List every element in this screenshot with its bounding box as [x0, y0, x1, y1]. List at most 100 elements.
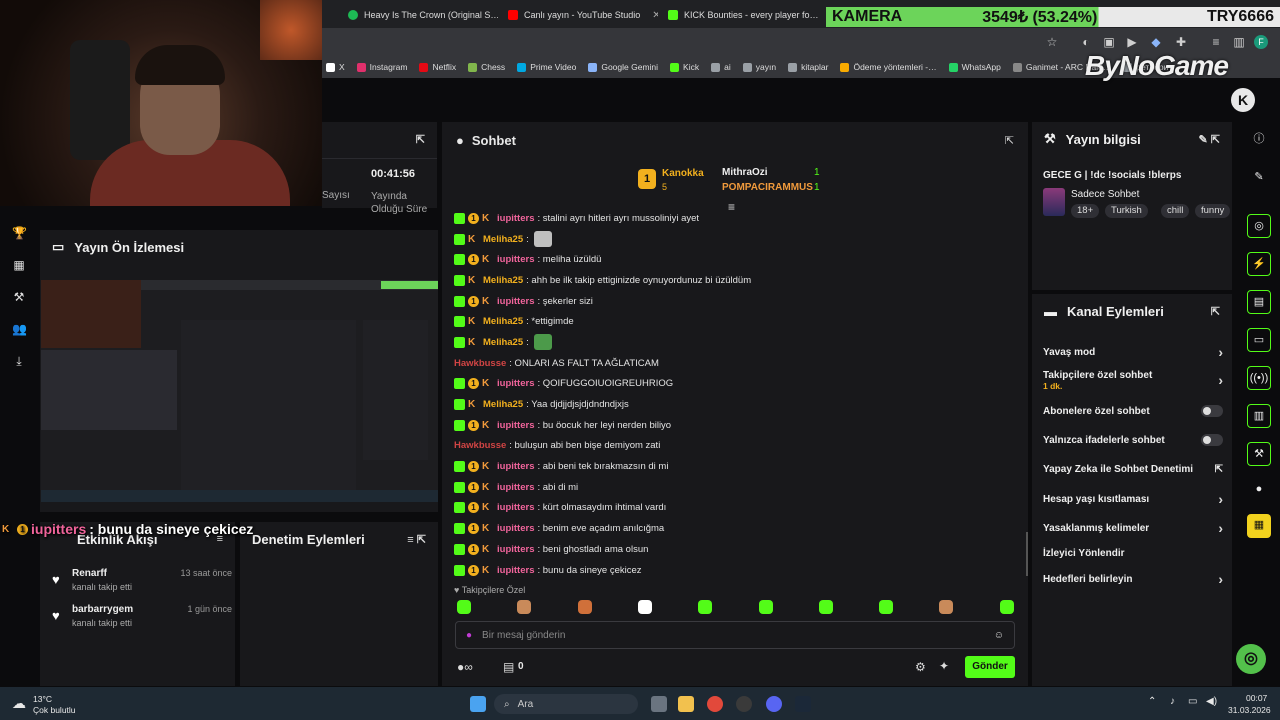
close-icon[interactable]: ✕ [652, 10, 658, 21]
chat-username[interactable]: iupitters [497, 502, 534, 513]
mic-icon[interactable]: ♪ [1170, 696, 1175, 707]
chat-username[interactable]: Hawkbusse [454, 358, 506, 369]
gift-icon[interactable]: ▤ [503, 660, 514, 674]
chat-username[interactable]: iupitters [497, 523, 534, 534]
download-icon[interactable]: ⤓ [12, 354, 26, 368]
chat-username[interactable]: Meliha25 [483, 316, 523, 327]
task-view-icon[interactable] [651, 696, 667, 712]
chat-username[interactable]: Meliha25 [483, 275, 523, 286]
emote-icon[interactable] [879, 600, 894, 614]
taskbar-search[interactable]: ⌕ Ara [494, 694, 638, 714]
wrench-icon[interactable]: ⚒ [12, 290, 26, 304]
emote-icon[interactable] [758, 600, 773, 614]
chat-username[interactable]: Hawkbusse [454, 440, 506, 451]
chat-username[interactable]: iupitters [497, 565, 534, 576]
pencil-icon[interactable]: ✎ [1247, 166, 1271, 190]
bookmark-item[interactable]: ai [711, 62, 731, 72]
chat-bubble-icon[interactable]: ▭ [1247, 328, 1271, 352]
trophy-icon[interactable]: 🏆 [12, 226, 27, 240]
chrome-icon[interactable] [707, 696, 723, 712]
emote-icon[interactable] [818, 600, 833, 614]
users-icon[interactable]: 👥 [12, 322, 27, 336]
channel-action-item[interactable]: Hesap yaşı kısıtlaması › [1043, 489, 1223, 509]
chat-username[interactable]: Meliha25 [483, 234, 523, 245]
chat-username[interactable]: iupitters [497, 482, 534, 493]
info-icon[interactable]: ⓘ [1247, 128, 1271, 152]
chat-username[interactable]: iupitters [497, 254, 534, 265]
storage-icon[interactable]: ▥ [1247, 404, 1271, 428]
media-icon[interactable]: ≡ [1209, 35, 1223, 49]
tool-icon[interactable]: ⚒ [1247, 442, 1271, 466]
emoji-icon[interactable]: ☺ [994, 630, 1004, 641]
chat-username[interactable]: iupitters [497, 461, 534, 472]
send-button[interactable]: Gönder [965, 656, 1015, 678]
bookmark-item[interactable]: Google Gemini [588, 62, 658, 72]
bookmark-item[interactable]: yayın [742, 62, 776, 72]
play-icon[interactable]: ▶ [1125, 35, 1139, 49]
stream-category[interactable]: Sadece Sohbet [1071, 189, 1139, 200]
chat-username[interactable]: iupitters [497, 296, 534, 307]
chat-username[interactable]: Meliha25 [483, 337, 523, 348]
channel-action-item[interactable]: Abonelere özel sohbet [1043, 401, 1223, 421]
camera-icon[interactable]: ◎ [1247, 214, 1271, 238]
toggle-switch[interactable] [1201, 434, 1223, 446]
chat-scrollbar[interactable] [1026, 532, 1028, 576]
points-icon[interactable]: ● [1247, 478, 1271, 502]
popout-icon[interactable]: ⇱ [1211, 305, 1220, 318]
popout-icon[interactable]: ⇱ [416, 133, 425, 146]
stream-tag[interactable]: chill [1161, 204, 1190, 218]
channel-action-item[interactable]: Yalnızca ifadelerle sohbet [1043, 430, 1223, 450]
stream-tag[interactable]: 18+ [1071, 204, 1100, 218]
extensions-icon[interactable]: ✚ [1174, 35, 1188, 49]
stream-tag[interactable]: funny [1195, 204, 1231, 218]
file-explorer-icon[interactable] [678, 696, 694, 712]
weather-temp[interactable]: 13°C [33, 694, 52, 704]
support-icon[interactable]: ◎ [1236, 644, 1266, 674]
chat-username[interactable]: Meliha25 [483, 399, 523, 410]
browser-tab-spotify[interactable]: Heavy Is The Crown (Original S…✕ [348, 4, 498, 26]
broadcast-icon[interactable]: ((•)) [1247, 366, 1271, 390]
star-icon[interactable]: ☆ [1045, 35, 1059, 49]
steam-icon[interactable] [795, 696, 811, 712]
emote-icon[interactable] [999, 600, 1014, 614]
channel-action-item[interactable]: Yasaklanmış kelimeler › [1043, 518, 1223, 538]
chat-username[interactable]: iupitters [497, 378, 534, 389]
bookmark-item[interactable]: Instagram [356, 62, 407, 72]
chat-username[interactable]: iupitters [497, 544, 534, 555]
settings-gear-icon[interactable]: ⚙ [915, 660, 926, 674]
tray-chevron-icon[interactable]: ⌃ [1148, 696, 1156, 707]
bookmark-item[interactable]: WhatsApp [948, 62, 1001, 72]
points-icon[interactable]: ●∞ [457, 660, 473, 674]
emote-icon[interactable] [457, 600, 471, 614]
calendar-icon[interactable]: ▦ [1247, 514, 1271, 538]
bolt-icon[interactable]: ⚡ [1247, 252, 1271, 276]
popout-icon[interactable]: ⇱ [1005, 134, 1014, 147]
chat-username[interactable]: iupitters [497, 420, 534, 431]
bookmark-item[interactable]: kitaplar [788, 62, 828, 72]
translate-icon[interactable]: ◐ [1079, 35, 1093, 49]
channel-action-item[interactable]: Yapay Zeka ile Sohbet Denetimi ⇱ [1043, 459, 1223, 479]
start-icon[interactable] [470, 696, 486, 712]
channel-action-item[interactable]: Yavaş mod › [1043, 342, 1223, 362]
channel-action-item[interactable]: Hedefleri belirleyin › [1043, 569, 1223, 589]
bookmark-item[interactable]: Ödeme yöntemleri -… [840, 62, 937, 72]
channel-action-item[interactable]: İzleyici Yönlendir [1043, 543, 1223, 563]
emote-icon[interactable] [577, 600, 592, 614]
translate-ext-icon[interactable]: ◆ [1149, 35, 1163, 49]
channel-action-item[interactable]: Takipçilere özel sohbet 1 dk. › [1043, 370, 1223, 391]
bookmark-item[interactable]: Prime Video [517, 62, 576, 72]
network-icon[interactable]: ▭ [1188, 696, 1197, 707]
sidepanel-icon[interactable]: ▥ [1232, 35, 1246, 49]
edit-icon[interactable]: ✎ ⇱ [1199, 133, 1221, 146]
app-icon[interactable] [736, 696, 752, 712]
mic-icon[interactable]: ● [466, 630, 472, 641]
browser-tab-youtube[interactable]: Canlı yayın - YouTube Studio ✕ [508, 4, 658, 26]
bookmark-item[interactable]: Chess [468, 62, 505, 72]
emote-picker-icon[interactable]: ✦ [939, 659, 949, 673]
screenshot-icon[interactable]: ▣ [1102, 35, 1116, 49]
chat-input[interactable]: ● Bir mesaj gönderin ☺ [455, 621, 1015, 649]
stream-tag[interactable]: Turkish [1105, 204, 1148, 218]
toggle-switch[interactable] [1201, 405, 1223, 417]
chat-username[interactable]: iupitters [497, 213, 534, 224]
doc-icon[interactable]: ▤ [1247, 290, 1271, 314]
